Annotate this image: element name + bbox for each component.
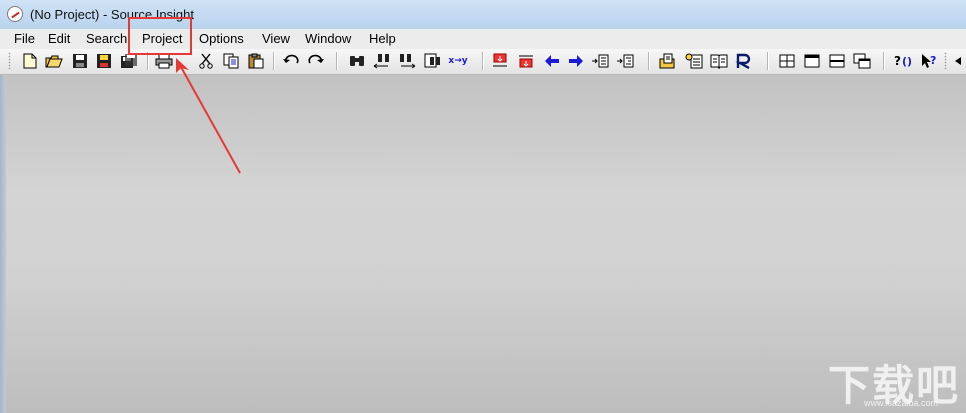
watermark-url: www.xiazaiba.com: [864, 398, 939, 408]
annotation-arrow-icon: [176, 58, 241, 174]
